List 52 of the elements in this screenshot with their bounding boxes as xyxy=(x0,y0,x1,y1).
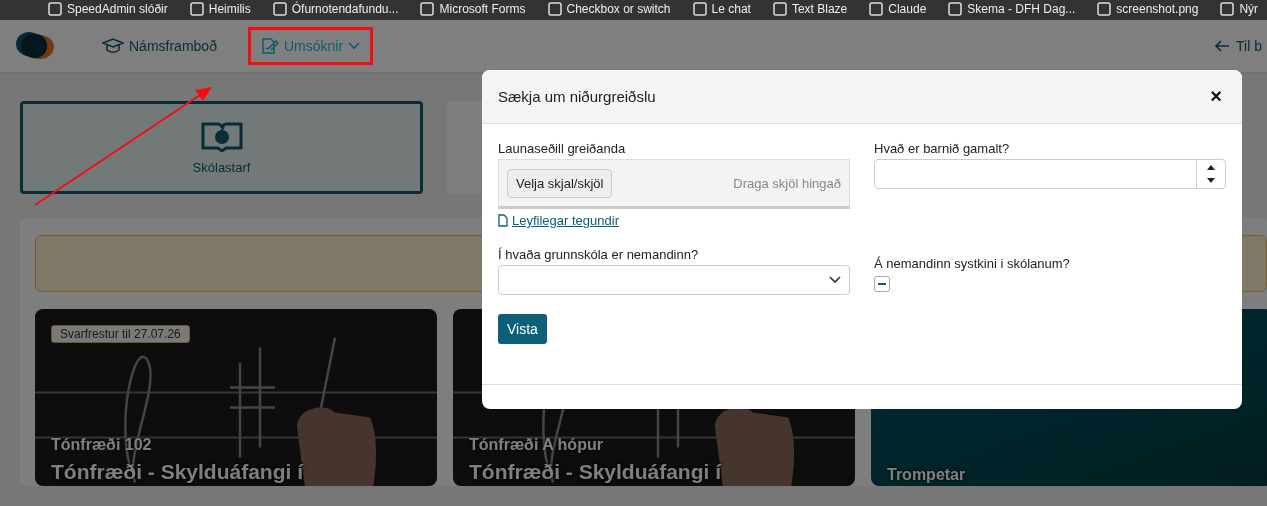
bookmark-icon xyxy=(948,2,963,16)
course-code: Trompetar xyxy=(887,466,966,484)
bookmark-icon xyxy=(189,2,204,16)
choose-file-button[interactable]: Velja skjal/skjöl xyxy=(507,168,613,198)
bookmark-icon xyxy=(420,2,435,16)
nav-link[interactable]: Námsframboð xyxy=(89,27,230,65)
graduation-cap-icon xyxy=(102,38,124,54)
bookmark[interactable]: Microsoft Forms xyxy=(420,1,526,17)
close-button[interactable]: × xyxy=(1206,85,1226,108)
back-link[interactable]: Til b xyxy=(1214,38,1262,54)
edit-document-icon xyxy=(260,38,279,54)
field-label: Í hvaða grunnskóla er nemandinn? xyxy=(498,247,700,262)
logo-icon xyxy=(15,31,55,61)
chevron-down-icon xyxy=(829,276,841,284)
up-down-arrows-icon xyxy=(1207,164,1215,184)
bookmark-icon xyxy=(772,2,787,16)
save-button[interactable]: Vista xyxy=(498,314,547,344)
bookmark[interactable]: screenshot.png xyxy=(1097,1,1199,17)
file-drop-zone[interactable]: Velja skjal/skjöl Draga skjöl hingað xyxy=(498,159,850,209)
field-label: Hvað er barnið gamalt? xyxy=(874,141,1011,156)
arrow-left-icon xyxy=(1214,40,1231,52)
course-title: Tónfræði - Skylduáfangi í xyxy=(51,460,303,484)
bookmark[interactable]: Checkbox or switch xyxy=(547,1,671,17)
course-code: Tónfræði A hópur xyxy=(469,436,603,454)
bookmark[interactable]: Claude xyxy=(869,1,927,17)
deadline-badge: Svarfrestur til 27.07.26 xyxy=(51,325,190,343)
file-icon xyxy=(498,214,508,227)
bookmark[interactable]: Text Blaze xyxy=(772,1,848,17)
bookmark-icon xyxy=(1220,2,1235,16)
age-input[interactable] xyxy=(874,159,1226,189)
course-title: Tónfræði - Skylduáfangi í xyxy=(469,460,721,484)
bookmark-icon xyxy=(1097,2,1112,16)
bookmark-icon xyxy=(48,2,62,16)
bookmark[interactable]: SpeedAdmin slóðir xyxy=(48,1,168,17)
bookmark[interactable]: Skema - DFH Dag... xyxy=(948,1,1076,17)
book-icon xyxy=(199,120,244,152)
bookmark-icon xyxy=(272,2,287,16)
dialog-title: Sækja um niðurgreiðslu xyxy=(498,88,656,105)
chevron-down-icon xyxy=(348,42,361,50)
siblings-checkbox[interactable] xyxy=(874,276,890,292)
bookmark[interactable]: Heimilis xyxy=(189,1,251,17)
course-code: Tónfræði 102 xyxy=(51,436,152,454)
field-label: Launaseðill greiðanda xyxy=(498,141,627,156)
drop-hint: Draga skjöl hingað xyxy=(733,175,841,191)
bookmark[interactable]: Nýr xyxy=(1220,1,1259,17)
field-label: Á nemandinn systkini i skólanum? xyxy=(874,256,1071,271)
bookmark-icon xyxy=(547,2,562,16)
bookmark-icon xyxy=(692,2,707,16)
bookmark[interactable]: Ófurnotendafundu... xyxy=(272,1,399,17)
allowed-types-link[interactable]: Leyfilegar tegundir xyxy=(512,213,619,228)
bookmark-icon xyxy=(869,2,884,16)
bookmark[interactable]: Le chat xyxy=(692,1,751,17)
